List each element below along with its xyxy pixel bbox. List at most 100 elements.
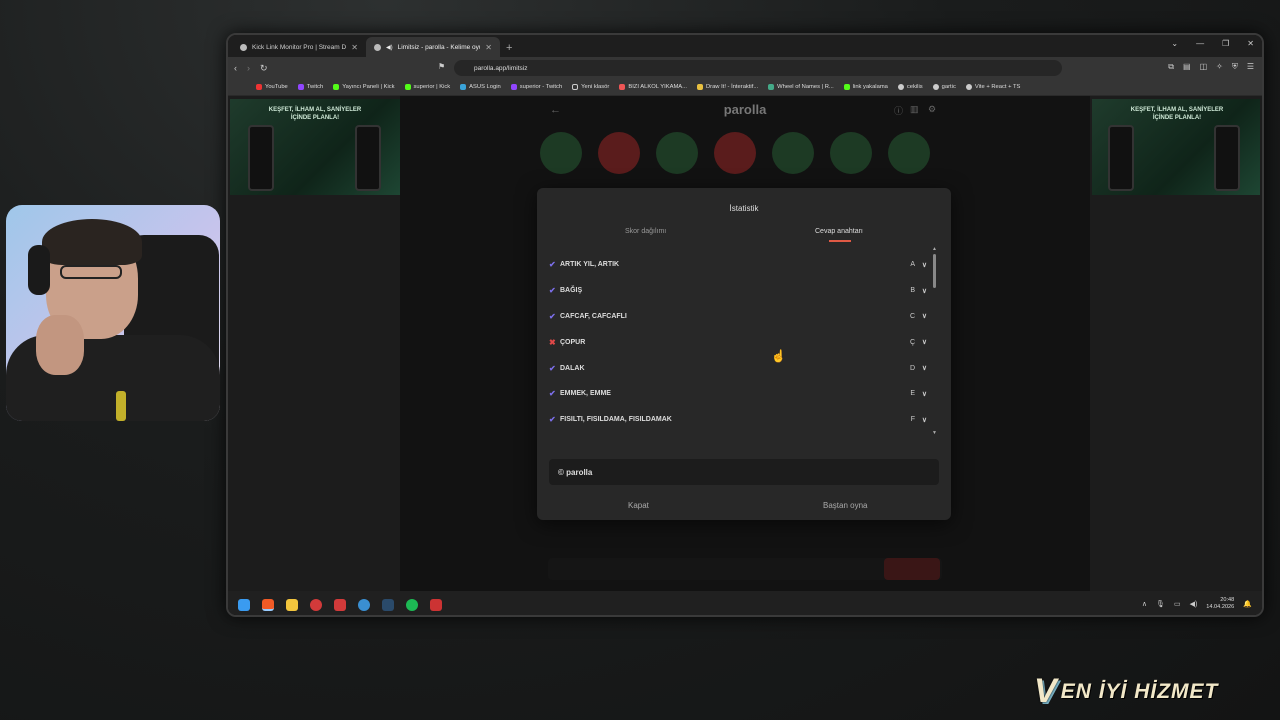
steam-icon[interactable] [382,599,394,611]
microphone-stand [116,391,126,421]
back-icon[interactable]: ‹ [234,63,237,73]
address-bar-row: ‹ › ↻ ⚑ parolla.app/limitsiz ⧉ ▤ ◫ ✧ ⛨ ☰ [228,57,1262,79]
forward-icon[interactable]: › [247,63,250,73]
answer-row[interactable]: ✔ EMMEK, EMME E ∨ [549,381,927,407]
brand-logo: V [1034,672,1057,710]
windows-taskbar: ∧ 🎙 ▭ ◀) 20:48 14.04.2026 🔔 [228,591,1262,615]
reload-icon[interactable]: ↻ [260,63,268,74]
answer-row[interactable]: ✔ FISILTI, FISILDAMA, FISILDAMAK F ∨ [549,407,927,433]
answer-input[interactable] [548,558,942,580]
glasses [60,265,122,279]
notifications-icon[interactable]: 🔔 [1243,600,1252,608]
chevron-down-icon[interactable]: ∨ [915,287,927,295]
answer-list-scrollbar[interactable]: ▲ ▼ [932,246,937,436]
close-button[interactable]: Kapat [628,501,649,510]
streamed-screen: Kick Link Monitor Pro | Stream Deck ✕ ◀)… [226,33,1264,617]
maximize-icon[interactable]: ❐ [1222,39,1229,48]
bookmark-link-yakalama[interactable]: link yakalama [843,84,888,90]
answer-row[interactable]: ✔ CAFCAF, CAFCAFLI C ∨ [549,304,927,330]
answer-row[interactable]: ✖ ÇOPUR Ç ∨ [549,329,927,355]
toolbar-icons: ⧉ ▤ ◫ ✧ ⛨ ☰ [1168,62,1254,72]
settings-icon[interactable]: ⚙ [928,104,936,115]
bookmark-alkol[interactable]: BIZI ALKOL YIKAMA... [619,84,687,90]
bookmark-superior-kick[interactable]: superior | Kick [404,84,450,90]
submit-button[interactable] [884,558,940,580]
microphone-icon[interactable]: 🎙 [1156,600,1165,608]
chevron-down-icon[interactable]: ∨ [915,390,927,398]
tab-answer-key[interactable]: Cevap anahtarı [815,228,863,235]
scroll-up-icon[interactable]: ▲ [932,246,937,252]
webcam-overlay [6,205,220,421]
menu-icon[interactable]: ☰ [1247,62,1254,72]
sidebar-icon[interactable]: ▤ [1183,62,1191,72]
headset-icon [28,245,50,295]
app-pin-icon[interactable] [310,599,322,611]
extensions-icon[interactable]: ⧉ [1168,62,1174,72]
clock[interactable]: 20:48 14.04.2026 [1206,597,1234,611]
chevron-down-icon[interactable]: ∨ [915,338,927,346]
close-tab-icon[interactable]: ✕ [485,43,492,52]
tab-kick-link-monitor[interactable]: Kick Link Monitor Pro | Stream Deck ✕ [232,37,366,57]
file-explorer-icon[interactable] [286,599,298,611]
answer-row[interactable]: ✔ DALAK D ∨ [549,355,927,381]
bookmark-folder[interactable]: Yeni klasör [572,84,609,90]
scroll-down-icon[interactable]: ▼ [932,430,937,436]
app-red-icon[interactable] [334,599,346,611]
start-icon[interactable] [238,599,250,611]
bookmark-page-icon[interactable]: ⚑ [438,62,445,71]
bookmark-superior-twitch[interactable]: superior - Twitch [510,84,562,90]
bookmark-asus[interactable]: ASUS Login [460,84,501,90]
vpn-icon[interactable]: ⛨ [1232,62,1238,72]
info-icon[interactable]: ⓘ [894,104,903,117]
window-controls: ⌄ — ❐ ✕ [1171,39,1254,48]
app-blue-icon[interactable] [358,599,370,611]
chevron-down-icon[interactable]: ∨ [915,364,927,372]
answer-list: ✔ ARTIK YIL, ARTIK A ∨ ✔ BAĞIŞ B ∨ ✔ CAFCAF, CA… [549,252,927,433]
network-icon[interactable]: ▭ [1174,600,1181,608]
app-grid-icon[interactable] [430,599,442,611]
replay-button[interactable]: Baştan oyna [823,501,867,510]
stats-icon[interactable]: ▥ [910,104,919,115]
close-window-icon[interactable]: ✕ [1247,39,1254,48]
letter-circles [540,132,930,174]
chevron-down-icon[interactable]: ∨ [915,261,927,269]
credit-box: © parolla [549,459,939,485]
answer-row[interactable]: ✔ BAĞIŞ B ∨ [549,278,927,304]
bookmark-gartic[interactable]: gartic [932,84,956,90]
chevron-down-icon[interactable]: ∨ [915,416,927,424]
modal-title: İstatistik [729,204,759,213]
leo-icon[interactable]: ✧ [1216,62,1223,72]
parolla-logo: parolla [723,102,767,117]
minimize-icon[interactable]: — [1196,39,1204,48]
bookmark-kick-panel[interactable]: Yayıncı Paneli | Kick [333,84,395,90]
tab-score-distribution[interactable]: Skor dağılımı [625,228,666,235]
spotify-icon[interactable] [406,599,418,611]
system-tray: ∧ 🎙 ▭ ◀) 20:48 14.04.2026 🔔 [1142,597,1252,611]
right-ad-banner[interactable]: KEŞFET, İLHAM AL, SANİYELER İÇİNDE PLANL… [1092,99,1260,195]
tray-overflow-icon[interactable]: ∧ [1142,600,1147,608]
brave-icon[interactable] [262,599,274,611]
tab-search-icon[interactable]: ⌄ [1171,39,1178,48]
bookmark-youtube[interactable]: YouTube [256,84,288,90]
scrollbar-thumb[interactable] [933,254,936,288]
bookmark-twitch[interactable]: Twitch [297,84,323,90]
right-ad-panel: KEŞFET, İLHAM AL, SANİYELER İÇİNDE PLANL… [1090,96,1262,591]
answer-row[interactable]: ✔ ARTIK YIL, ARTIK A ∨ [549,252,927,278]
volume-icon[interactable]: ◀) [1190,600,1198,608]
new-tab-icon[interactable]: + [506,42,512,54]
url-field[interactable]: parolla.app/limitsiz [454,60,1062,76]
close-tab-icon[interactable]: ✕ [351,43,358,52]
bookmark-vite[interactable]: Vite + React + TS [965,84,1020,90]
left-ad-banner[interactable]: KEŞFET, İLHAM AL, SANİYELER İÇİNDE PLANL… [230,99,400,195]
streamer-hair [42,219,142,265]
wallet-icon[interactable]: ◫ [1200,62,1208,72]
bookmark-drawit[interactable]: Draw It! - İnteraktif... [696,84,758,90]
bookmark-wheel[interactable]: Wheel of Names | R... [768,84,834,90]
tab-favicon-icon [374,43,381,51]
chevron-down-icon[interactable]: ∨ [915,312,927,320]
bookmark-cekilis[interactable]: cekilis [897,84,923,90]
page-content: KEŞFET, İLHAM AL, SANİYELER İÇİNDE PLANL… [228,96,1262,591]
tab-favicon-icon [240,43,247,51]
brand-watermark: V EN İYİ HİZMET [1034,672,1218,711]
tab-parolla[interactable]: ◀) Limitsiz - parolla - Kelime oyu ✕ [366,37,500,57]
